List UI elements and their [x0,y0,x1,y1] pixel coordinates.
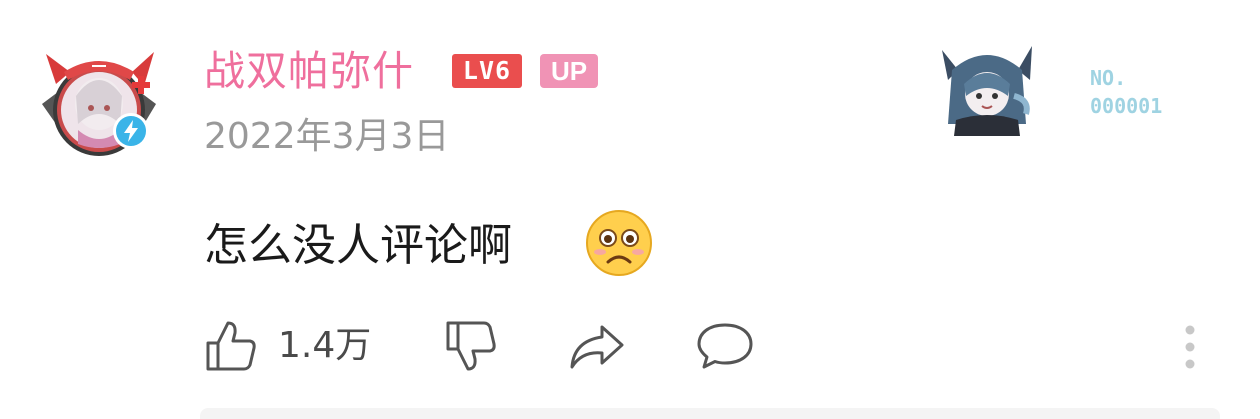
fan-badge-label: NO. [1090,66,1127,90]
worried-face-emoji [584,208,654,278]
comment-bubble-icon [697,323,753,369]
more-options-icon[interactable] [1176,322,1204,372]
dislike-button[interactable] [444,318,498,374]
fan-badge-number: 000001 [1090,94,1163,118]
username[interactable]: 战双帕弥什 [204,46,414,96]
up-badge: UP [540,54,598,88]
reply-preview-area [200,408,1220,419]
like-count: 1.4万 [278,325,372,366]
comment-text: 怎么没人评论啊 [204,220,512,271]
verified-bolt-icon [113,113,149,149]
comment-date: 2022年3月3日 [204,116,450,157]
like-button[interactable]: 1.4万 [204,318,371,374]
level-badge: LV6 [452,54,522,88]
thumbs-up-icon [206,321,256,371]
share-arrow-icon [570,325,624,369]
thumbs-down-icon [446,321,496,371]
reply-button[interactable] [696,318,754,374]
share-button[interactable] [568,318,626,374]
fan-badge-image [934,40,1040,136]
